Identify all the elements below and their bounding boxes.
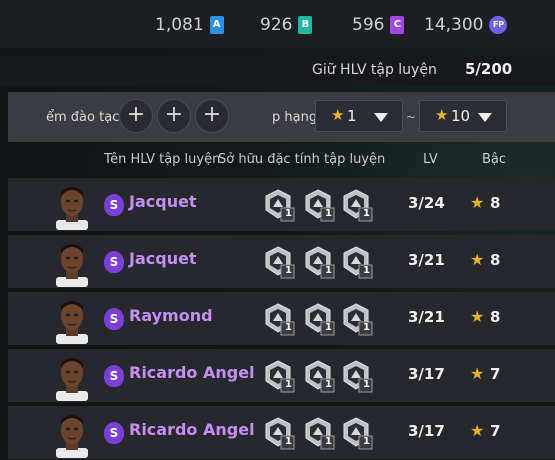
coach-grade: 7 [490,365,501,383]
grade-badge-icon: S [104,194,124,216]
training-icon[interactable]: 1 [261,416,295,450]
currency-a: 1,081 A [155,14,224,36]
training-filter-label: ểm đào tạc [46,110,120,125]
coach-grade: 8 [490,251,501,269]
rank-to-dropdown[interactable]: ★ 10 [419,100,507,132]
coach-name: Jacquet [129,192,197,211]
trait-count: 1 [363,436,370,447]
trait-count: 1 [325,265,332,276]
coach-row[interactable]: S Ricardo Angel 1 1 1 3/17 ★ 7 [8,349,555,402]
trait-count: 1 [285,379,292,390]
trait-count: 1 [325,379,332,390]
currency-c-value: 596 [352,15,385,35]
target-icon[interactable]: 1 [261,302,295,336]
trait-count: 1 [363,322,370,333]
training-icon[interactable]: 1 [339,188,373,222]
currency-a-value: 1,081 [155,15,204,35]
currency-b: 926 B [260,14,313,36]
trait-count: 1 [363,265,370,276]
coach-level: 3/17 [408,365,445,383]
trait-count: 1 [285,208,292,219]
star-icon: ★ [470,193,485,212]
speed-icon[interactable]: 1 [261,245,295,279]
trait-count: 1 [363,379,370,390]
grade-badge-icon: S [104,308,124,330]
currency-b-value: 926 [260,15,293,35]
grade-badge-icon: S [104,251,124,273]
currency-fp-value: 14,300 [424,15,484,35]
rank-to-value: 10 [451,107,471,125]
coach-row[interactable]: S Raymond 1 1 1 3/21 ★ 8 [8,292,555,345]
rank-filter-label: p hạng [272,110,318,125]
lock-icon[interactable]: 1 [339,302,373,336]
star-icon: ★ [470,421,485,440]
currency-a-icon: A [209,16,224,34]
goalkeeper-icon[interactable]: 1 [301,188,335,222]
coach-level: 3/24 [408,194,445,212]
coach-name: Ricardo Angel [129,363,255,382]
grade-badge-icon: S [104,365,124,387]
grade-badge-icon: S [104,422,124,444]
coach-avatar [52,239,92,287]
coach-avatar [52,353,92,401]
star-icon: ★ [435,106,449,124]
currency-c: 596 C [352,14,405,36]
rank-from-value: 1 [347,107,357,125]
currency-b-icon: B [298,16,313,34]
coach-level: 3/21 [408,308,445,326]
coach-row[interactable]: S Ricardo Angel 1 1 1 3/17 ★ 7 [8,406,555,459]
add-filter-button-3[interactable]: + [195,99,229,133]
trait-count: 1 [285,265,292,276]
coach-level: 3/21 [408,251,445,269]
training-icon[interactable]: 1 [261,359,295,393]
star-icon: ★ [470,307,485,326]
column-header-grade[interactable]: Bậc [482,152,506,167]
coach-avatar [52,410,92,458]
coach-name: Raymond [129,306,213,325]
shooting-icon[interactable]: 1 [301,416,335,450]
coach-grade: 8 [490,308,501,326]
coach-level: 3/17 [408,422,445,440]
coach-name: Jacquet [129,249,197,268]
star-icon: ★ [470,250,485,269]
add-filter-button-1[interactable]: + [119,99,153,133]
star-icon: ★ [470,364,485,383]
coach-grade: 7 [490,422,501,440]
trait-count: 1 [325,208,332,219]
dribble-icon[interactable]: 1 [339,416,373,450]
fp-coin-icon: FP [489,16,508,34]
dribble-icon[interactable]: 1 [339,359,373,393]
trait-count: 1 [325,436,332,447]
column-header-lv[interactable]: LV [423,152,438,167]
column-header-name[interactable]: Tên HLV tập luyện [104,152,220,167]
coach-row[interactable]: S Jacquet 1 1 1 3/21 ★ 8 [8,235,555,288]
coach-name: Ricardo Angel [129,420,255,439]
coach-avatar [52,296,92,344]
coach-grade: 8 [490,194,501,212]
coach-row[interactable]: S Jacquet 1 1 1 3/24 ★ 8 [8,178,555,231]
trait-count: 1 [363,208,370,219]
slot-label: Giữ HLV tập luyện [312,62,437,78]
coach-avatar [52,182,92,230]
trait-count: 1 [325,322,332,333]
dribble-icon[interactable]: 1 [339,245,373,279]
currency-c-icon: C [390,16,405,34]
trait-count: 1 [285,322,292,333]
caret-down-icon [478,113,492,122]
rank-from-dropdown[interactable]: ★ 1 [315,100,403,132]
slot-count: 5/200 [465,60,513,78]
caret-down-icon [374,113,388,122]
training-icon[interactable]: 1 [301,245,335,279]
shooting-icon[interactable]: 1 [301,359,335,393]
add-filter-button-2[interactable]: + [157,99,191,133]
trait-count: 1 [285,436,292,447]
range-separator: ~ [406,110,417,124]
training-icon[interactable]: 1 [301,302,335,336]
column-header-traits: Sở hữu đặc tính tập luyện [218,152,386,167]
fitness-icon[interactable]: 1 [261,188,295,222]
currency-fp: 14,300 FP [424,14,508,36]
star-icon: ★ [331,106,345,124]
